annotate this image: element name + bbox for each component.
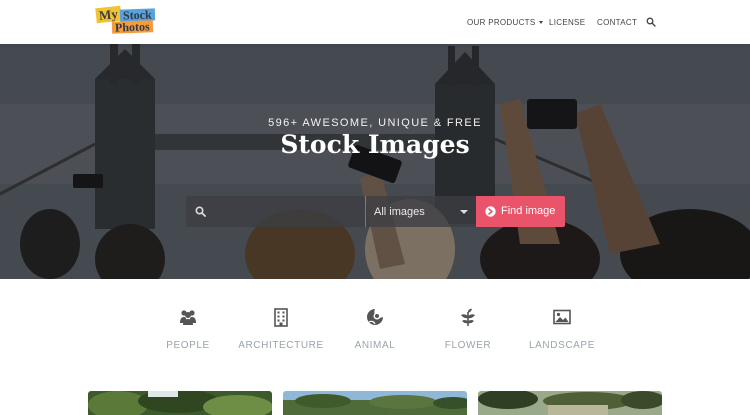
search-input[interactable] [212,196,362,227]
image-type-select[interactable]: All images [366,196,476,227]
hero-section: 596+ AWESOME, UNIQUE & FREE Stock Images [0,44,750,279]
category-people-label: PEOPLE [166,340,210,351]
nav-search-button[interactable] [646,0,656,44]
category-architecture[interactable]: ARCHITECTURE [236,307,326,357]
category-animal[interactable]: ANIMAL [330,307,420,357]
hero-title: Stock Images [280,130,470,159]
find-image-label: Find image [501,205,556,217]
category-flower-label: FLOWER [444,340,492,351]
site-header: My Stock Photos OUR PRODUCTS LICENSE CON… [0,0,750,44]
nav-our-products-label: OUR PRODUCTS [467,17,536,27]
people-icon [180,310,196,325]
photo-thumbnail[interactable] [88,391,272,415]
animal-icon [367,309,383,325]
nav-license-label: LICENSE [549,17,586,27]
category-people[interactable]: PEOPLE [143,307,233,357]
logo-text-photos: Photos [111,19,153,35]
photo-thumbnail-image [283,391,467,415]
caret-down-icon [460,210,468,214]
nav-contact[interactable]: CONTACT [597,0,637,44]
hero-subtitle: 596+ AWESOME, UNIQUE & FREE [268,117,482,129]
photo-thumbnail[interactable] [283,391,467,415]
landscape-image-icon [553,309,571,325]
building-icon [274,308,288,327]
leaf-icon [461,308,475,326]
search-icon [646,17,656,27]
site-logo[interactable]: My Stock Photos [95,5,164,35]
find-image-button[interactable]: Find image [476,196,565,227]
arrow-circle-right-icon [485,206,496,217]
photo-thumbnail-image [478,391,662,415]
category-animal-label: ANIMAL [354,340,396,351]
photo-thumbnail-image [88,391,272,415]
search-icon [195,206,206,217]
category-architecture-label: ARCHITECTURE [238,340,324,351]
nav-license[interactable]: LICENSE [549,0,585,44]
search-field[interactable] [186,196,365,227]
image-search-bar: All images Find image [186,196,565,227]
category-landscape-label: LANDSCAPE [529,340,595,351]
category-flower[interactable]: FLOWER [423,307,513,357]
nav-contact-label: CONTACT [597,17,638,27]
photo-thumbnail[interactable] [478,391,662,415]
category-landscape[interactable]: LANDSCAPE [517,307,607,357]
image-type-selected: All images [374,206,425,218]
category-list: PEOPLE ARCHITECTURE ANIMAL FLOWER LANDSC… [0,279,750,389]
nav-our-products[interactable]: OUR PRODUCTS [467,0,543,44]
caret-down-icon [538,20,543,24]
hero-overlay [0,44,750,279]
